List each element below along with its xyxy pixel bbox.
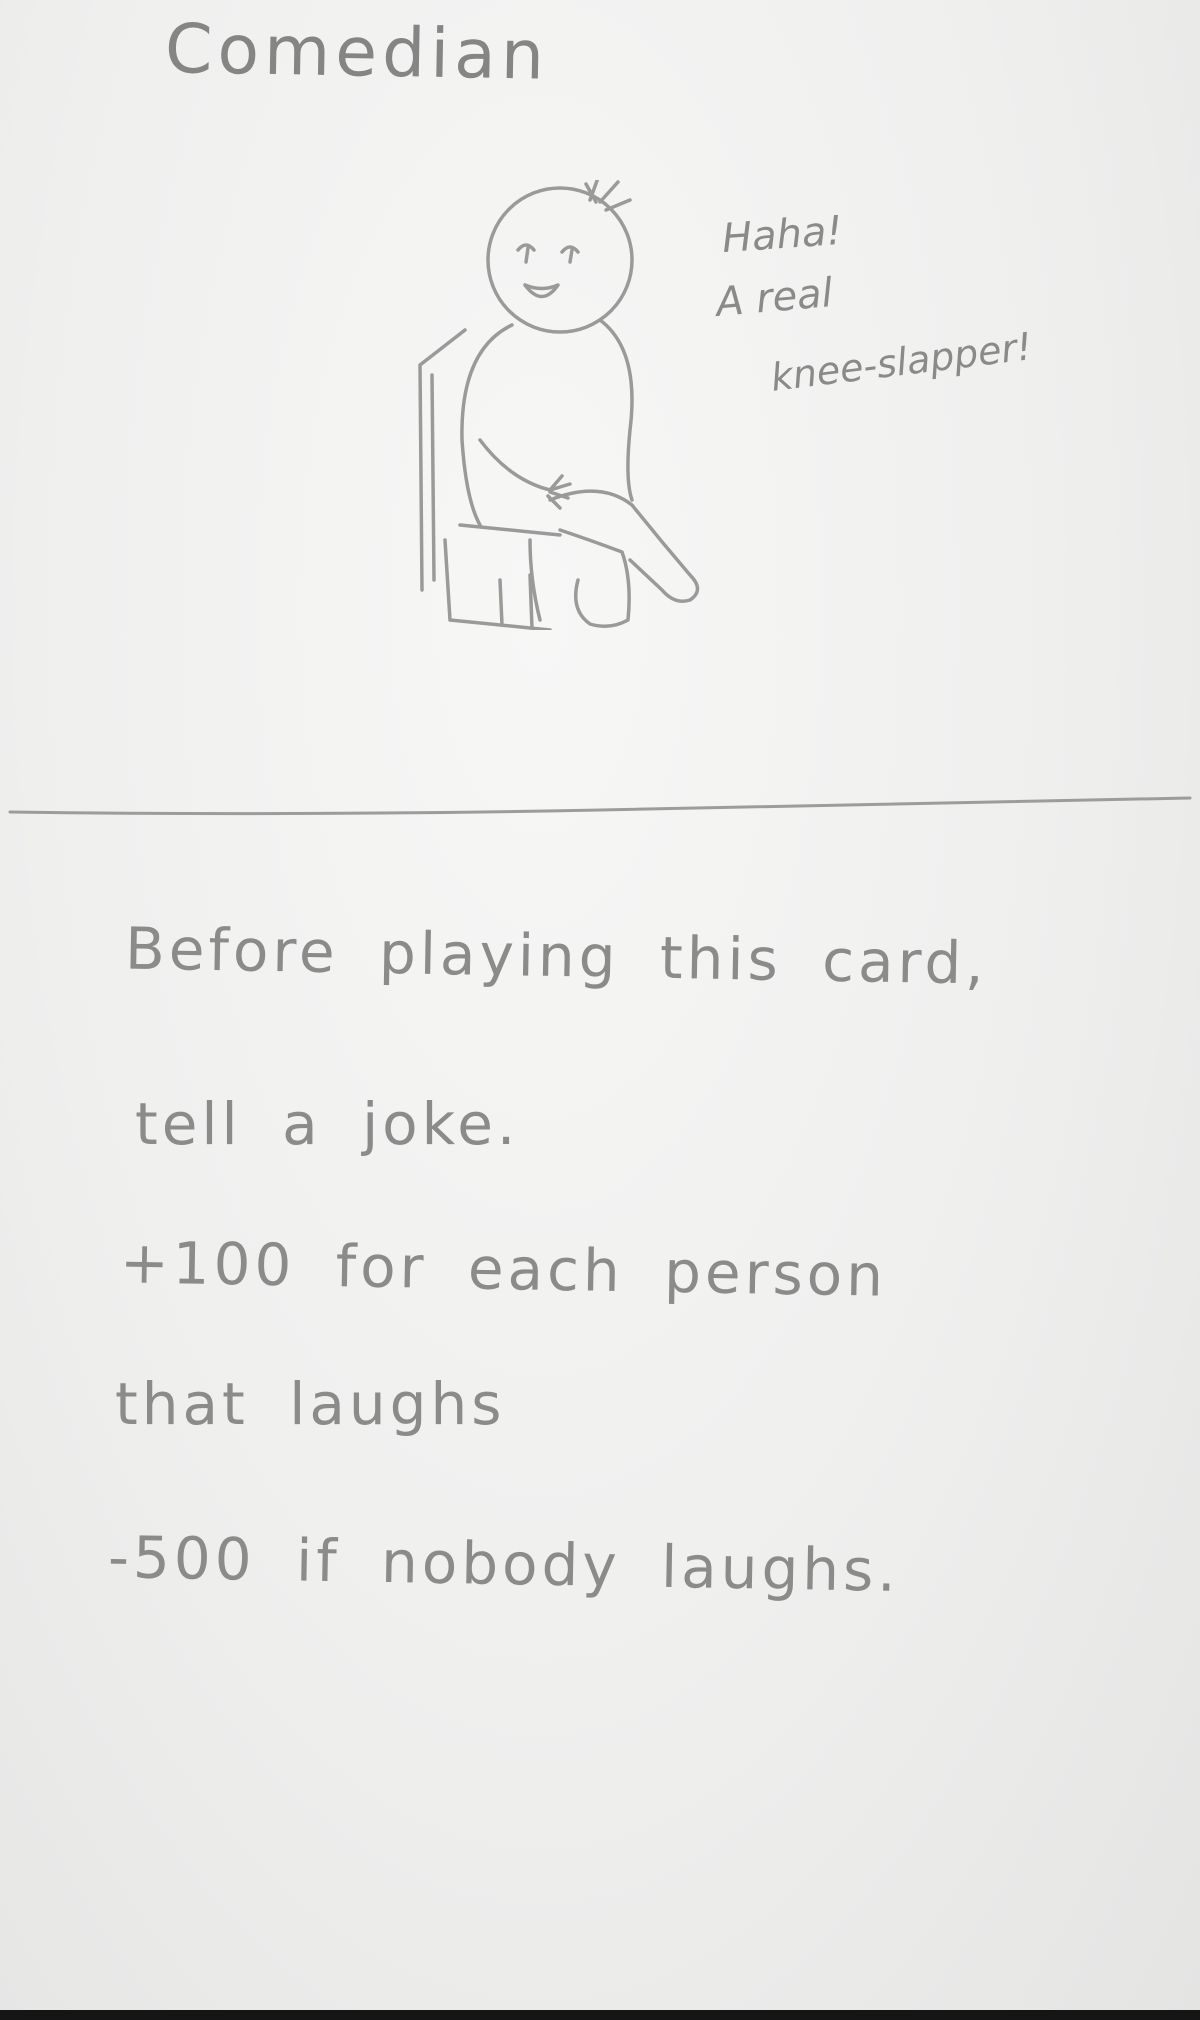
speech-line-2: A real <box>714 269 835 327</box>
speech-line-1: Haha! <box>720 207 844 263</box>
rule-line-3: +100 for each person <box>119 1228 888 1310</box>
rule-line-4: that laughs <box>115 1370 506 1438</box>
card-bottom-edge <box>0 2010 1200 2020</box>
speech-line-3: knee-slapper! <box>768 324 1035 400</box>
rule-line-2: tell a joke. <box>135 1090 520 1158</box>
rule-line-1: Before playing this card, <box>124 914 989 998</box>
rule-line-5: -500 if nobody laughs. <box>107 1523 901 1605</box>
comedian-card: Comedian Haha! A real knee-slapper! Befo… <box>0 0 1200 2020</box>
laughing-person-sitting-in-chair-icon <box>418 180 700 630</box>
section-divider <box>8 796 1192 816</box>
card-title: Comedian <box>164 10 550 96</box>
